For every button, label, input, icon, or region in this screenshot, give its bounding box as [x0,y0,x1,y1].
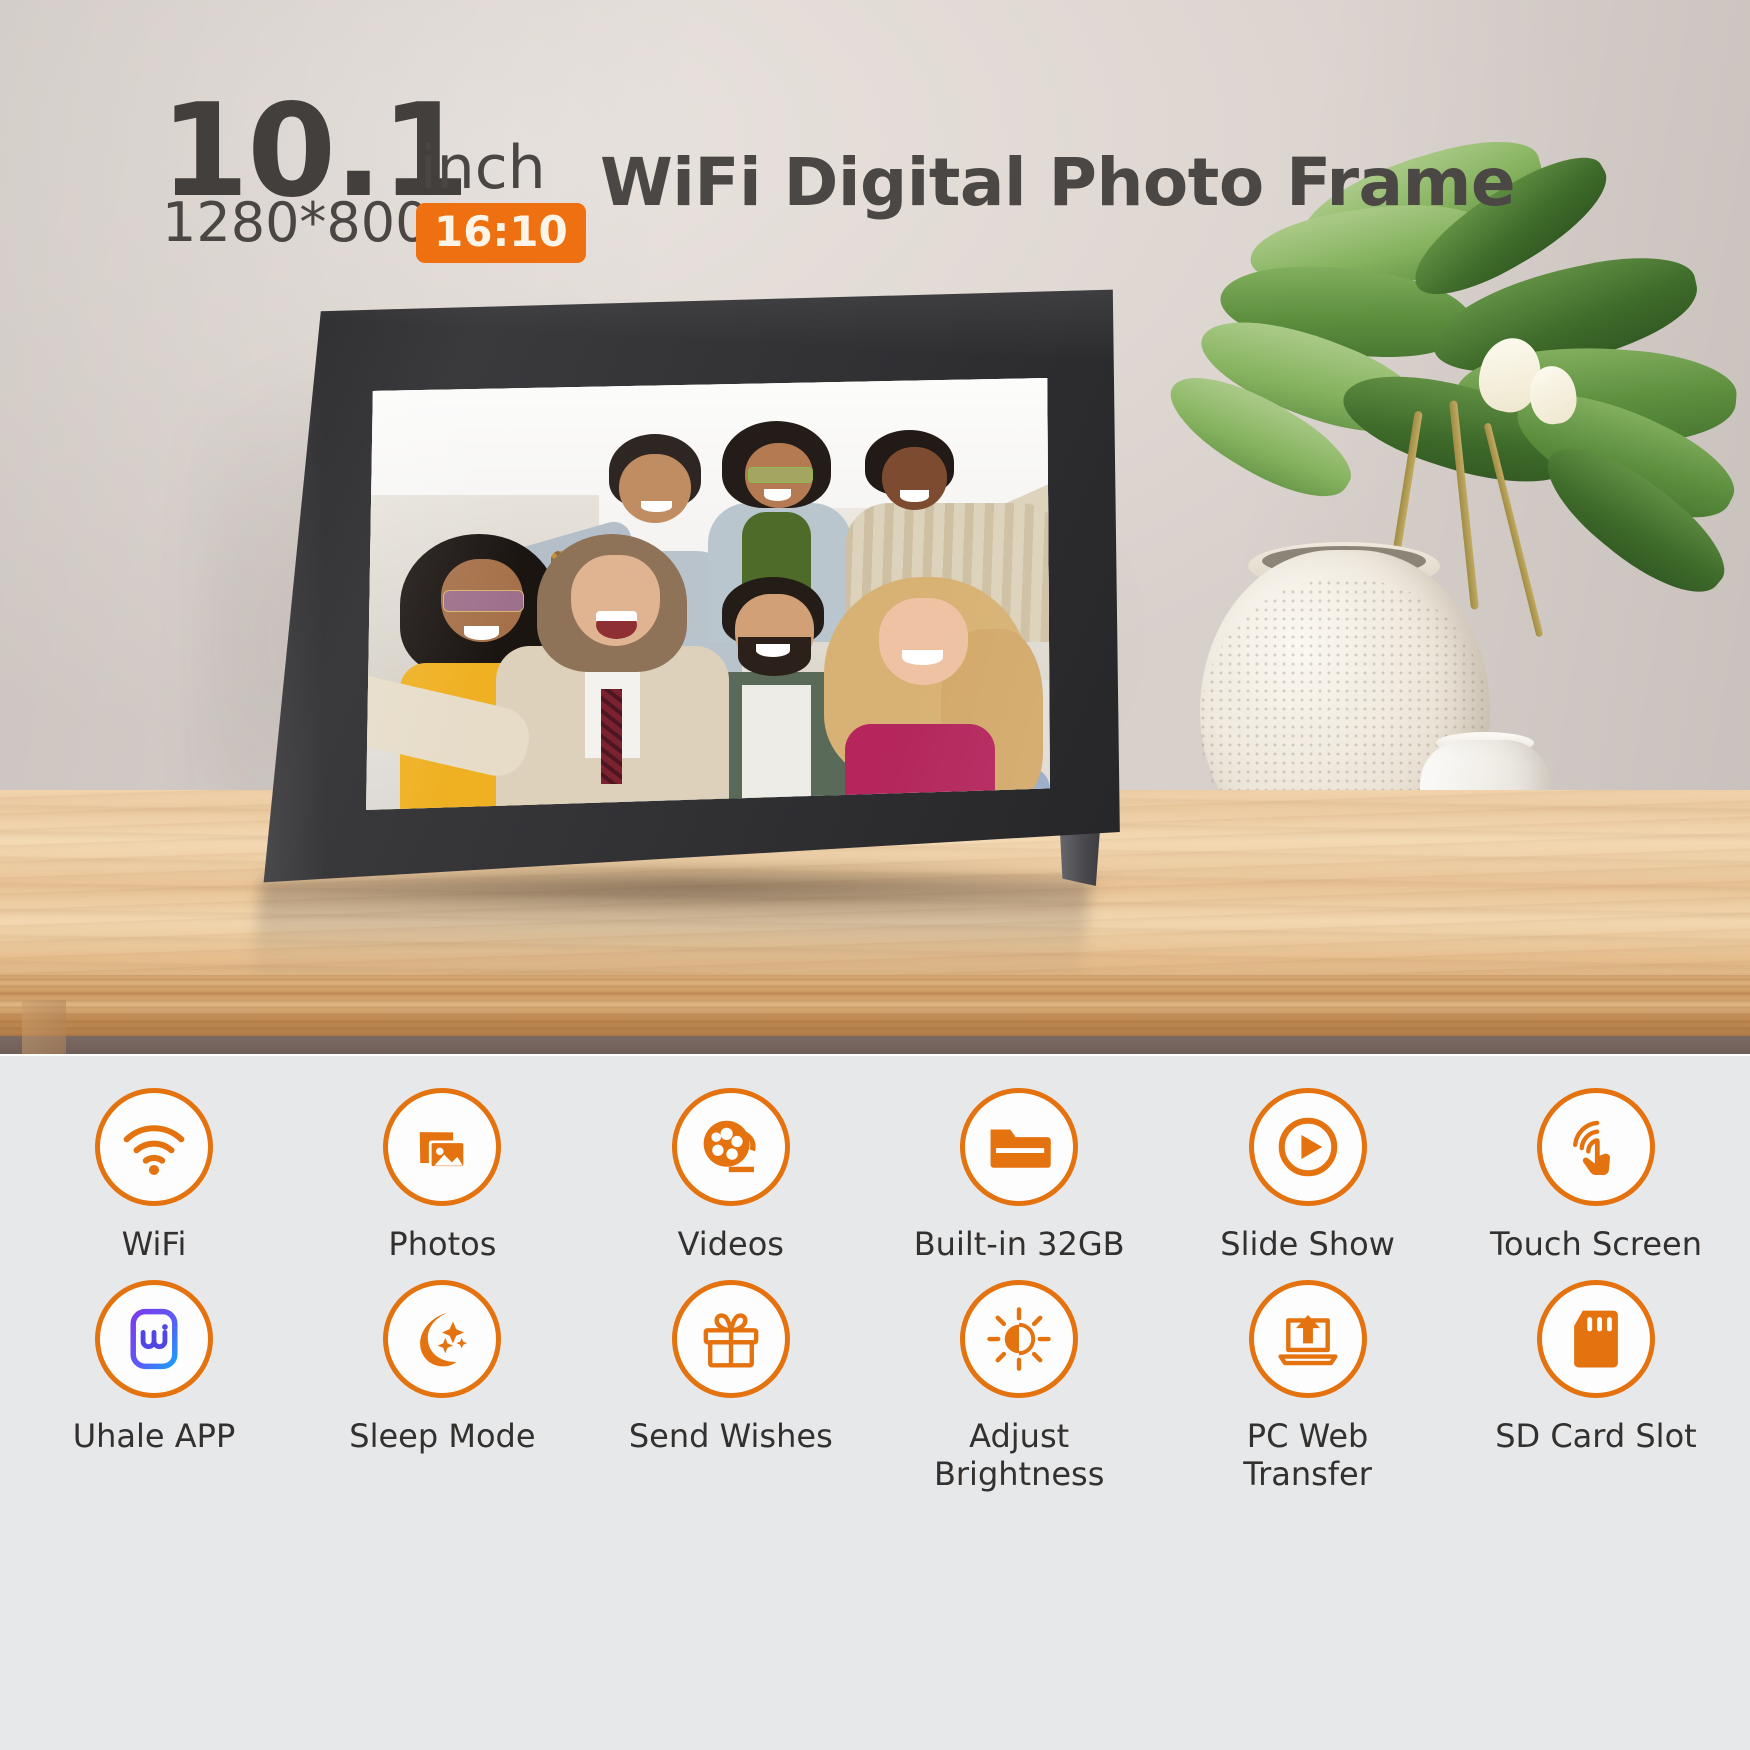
table-edge-grain [0,975,1750,1037]
feature-icon-circle [671,1280,790,1398]
brightness-sun-icon [987,1307,1051,1371]
videos-icon [703,1120,756,1173]
feature-photos[interactable]: Photos [324,1088,560,1264]
aspect-ratio-badge: 16:10 [416,203,586,263]
sleep-moon-icon [420,1312,468,1367]
feature-sd-card-slot[interactable]: SD Card Slot [1478,1280,1714,1494]
page-title: WiFi Digital Photo Frame [600,144,1516,221]
feature-pc-web-transfer[interactable]: PC Web Transfer [1190,1280,1426,1494]
headline-block: 10.1 inch 1280*800 16:10 WiFi Digital Ph… [0,0,1750,300]
feature-icon-circle [95,1088,213,1206]
screen-size-unit: inch [420,133,546,203]
feature-icon-circle [1536,1088,1655,1206]
feature-panel: WiFi Photos Videos Built-in 32GB Slide S… [0,1056,1750,1750]
feature-uhale-app[interactable]: Uhale APP [36,1280,272,1494]
screen-photo [366,378,1050,810]
feature-icon-circle [960,1088,1079,1206]
feature-label: PC Web Transfer [1243,1417,1372,1493]
product-marketing-image: 10.1 inch 1280*800 16:10 WiFi Digital Ph… [0,0,1750,1750]
feature-videos[interactable]: Videos [613,1088,849,1264]
uhale-app-icon [130,1308,178,1370]
frame-screen [366,378,1050,810]
wifi-icon [123,1125,185,1175]
feature-label: Built-in 32GB [913,1225,1125,1263]
hero-scene: 10.1 inch 1280*800 16:10 WiFi Digital Ph… [0,0,1750,1054]
feature-icon-circle [383,1088,502,1206]
photos-icon [420,1132,467,1169]
feature-label: Touch Screen [1489,1225,1702,1263]
feature-label: Uhale APP [72,1417,236,1455]
feature-label: Photos [388,1225,497,1263]
folder-icon [990,1129,1051,1168]
feature-slideshow[interactable]: Slide Show [1190,1088,1426,1264]
table-underside [0,1036,1750,1054]
feature-icon-circle [1248,1280,1367,1398]
touch-screen-icon [1572,1120,1610,1175]
feature-icon-circle [383,1280,502,1398]
feature-sleep-mode[interactable]: Sleep Mode [324,1280,560,1494]
pc-web-transfer-icon [1278,1314,1338,1366]
digital-photo-frame [246,286,1126,946]
feature-send-wishes[interactable]: Send Wishes [613,1280,849,1494]
sd-card-icon [1574,1310,1618,1368]
feature-row-2: Uhale APP Sleep Mode Send Wishes Adjust … [0,1280,1750,1494]
feature-icon-circle [671,1088,790,1206]
slideshow-play-icon [1278,1117,1337,1177]
feature-adjust-brightness[interactable]: Adjust Brightness [901,1280,1137,1494]
feature-touchscreen[interactable]: Touch Screen [1478,1088,1714,1264]
feature-label: WiFi [121,1225,187,1263]
feature-label: SD Card Slot [1495,1417,1697,1455]
feature-label: Adjust Brightness [933,1417,1105,1493]
table-leg [22,1000,66,1054]
feature-wifi[interactable]: WiFi [36,1088,272,1264]
feature-icon-circle [1248,1088,1367,1206]
feature-icon-circle [960,1280,1079,1398]
feature-label: Videos [677,1225,784,1263]
feature-label: Send Wishes [628,1417,833,1455]
resolution-text: 1280*800 [162,191,430,254]
feature-icon-circle [95,1280,213,1398]
feature-label: Slide Show [1220,1225,1395,1263]
feature-row-1: WiFi Photos Videos Built-in 32GB Slide S… [0,1088,1750,1264]
feature-icon-circle [1536,1280,1655,1398]
feature-label: Sleep Mode [349,1417,536,1455]
gift-icon [703,1313,759,1368]
feature-storage[interactable]: Built-in 32GB [901,1088,1137,1264]
